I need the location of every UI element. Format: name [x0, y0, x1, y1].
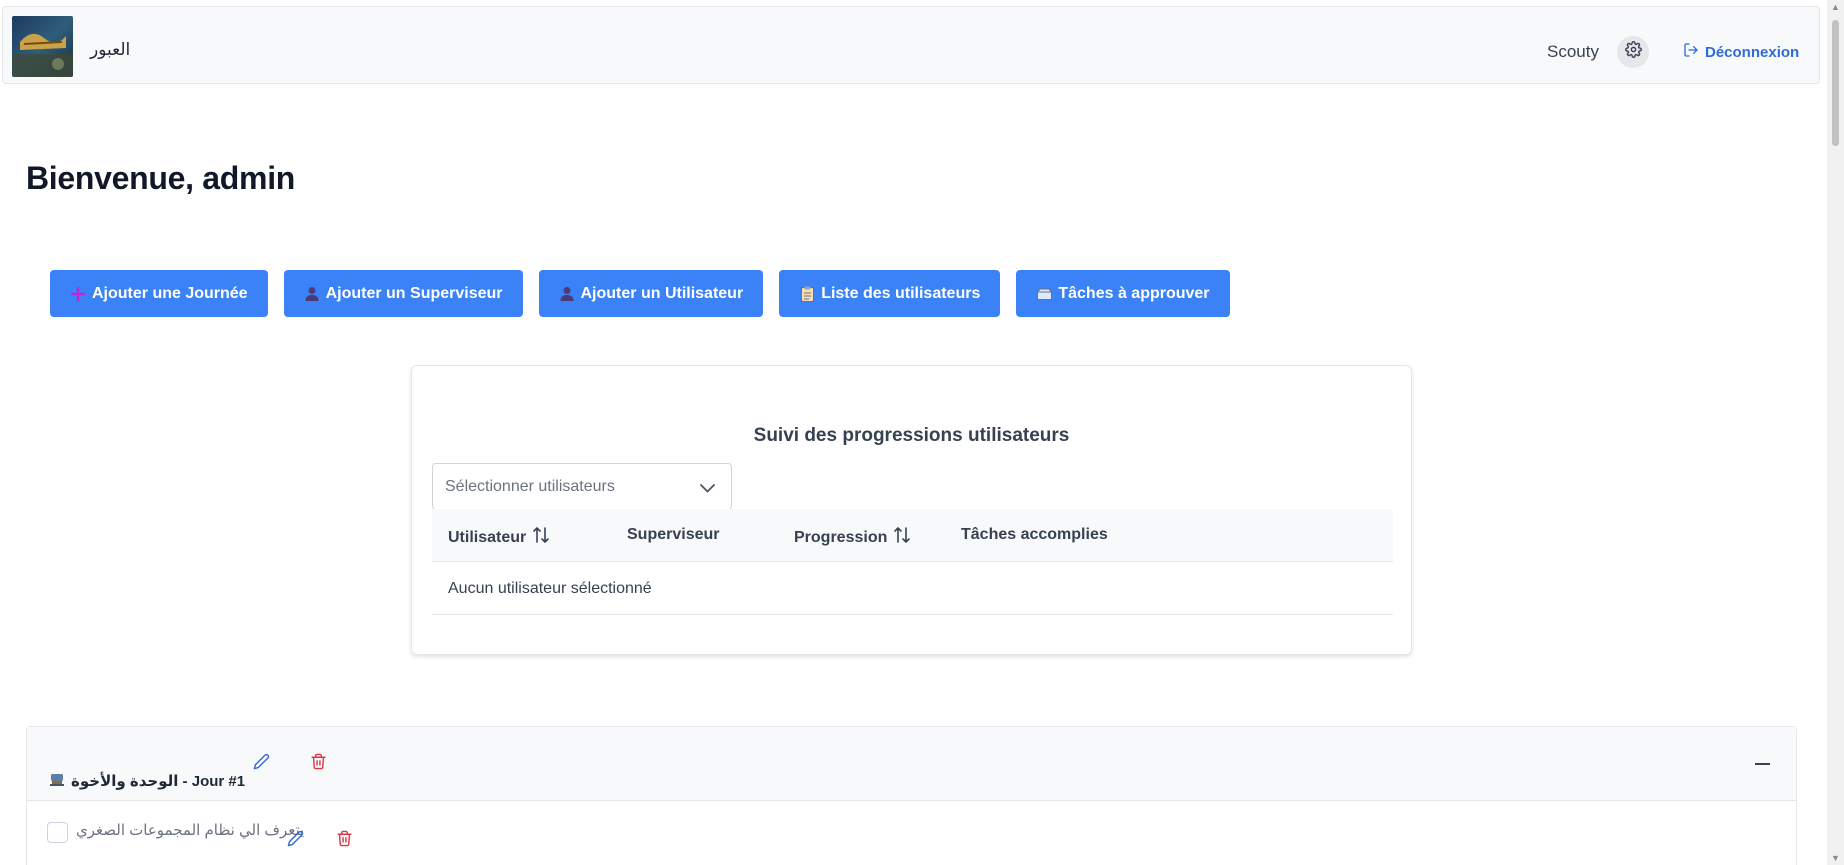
scout-icon [49, 771, 65, 791]
table-row: Aucun utilisateur sélectionné [432, 562, 1393, 615]
user-icon [559, 286, 575, 302]
column-header-progression[interactable]: Progression [794, 526, 911, 549]
task-row: يتعرف الي نظام المجموعات الصغري [27, 801, 1796, 861]
brand-name[interactable]: العبور [90, 40, 130, 60]
tasks-to-approve-button[interactable]: Tâches à approuver [1016, 270, 1230, 317]
inbox-icon [1036, 286, 1052, 302]
logout-link[interactable]: Déconnexion [1683, 42, 1799, 62]
delete-day-button[interactable] [307, 753, 329, 775]
progress-title: Suivi des progressions utilisateurs [753, 425, 1070, 446]
trash-icon [310, 753, 327, 775]
user-select-placeholder: Sélectionner utilisateurs [445, 478, 615, 495]
page-title: Bienvenue, admin [26, 160, 296, 196]
table-header-row: Utilisateur Superviseur Progression Tâch… [432, 509, 1393, 562]
current-user-name: Scouty [1547, 42, 1599, 61]
pencil-icon [253, 753, 270, 775]
empty-table-message: Aucun utilisateur sélectionné [448, 580, 652, 597]
tasks-to-approve-label: Tâches à approuver [1058, 284, 1210, 302]
settings-button[interactable] [1617, 36, 1649, 68]
add-supervisor-label: Ajouter un Superviseur [325, 284, 503, 302]
day-title: الوحدة والأخوة - Jour #1 [49, 771, 245, 791]
collapse-icon[interactable] [1755, 763, 1770, 765]
user-list-label: Liste des utilisateurs [821, 284, 981, 302]
plus-icon [70, 286, 86, 302]
day-title-text: الوحدة والأخوة - Jour #1 [71, 773, 246, 790]
add-day-button[interactable]: Ajouter une Journée [50, 270, 268, 317]
column-header-tasks-done: Tâches accomplies [961, 526, 1108, 544]
chevron-down-icon [700, 480, 715, 498]
add-supervisor-button[interactable]: Ajouter un Superviseur [283, 270, 523, 317]
user-select-dropdown[interactable]: Sélectionner utilisateurs [432, 463, 732, 510]
logout-icon [1683, 42, 1699, 62]
top-navbar: العبور Scouty Déconnexion [2, 6, 1820, 84]
task-label: يتعرف الي نظام المجموعات الصغري [76, 822, 305, 839]
edit-task-button[interactable] [284, 830, 306, 852]
progress-card: Suivi des progressions utilisateurs Séle… [411, 365, 1412, 655]
delete-task-button[interactable] [333, 830, 355, 852]
logout-label: Déconnexion [1705, 43, 1800, 61]
scroll-up-icon[interactable]: ▲ [1831, 2, 1840, 12]
column-label-supervisor: Superviseur [627, 526, 720, 543]
sort-icon[interactable] [893, 526, 911, 549]
gear-icon [1624, 41, 1642, 63]
user-icon [304, 286, 320, 302]
user-list-button[interactable]: Liste des utilisateurs [779, 270, 1001, 317]
sort-icon[interactable] [532, 526, 550, 549]
pencil-icon [287, 830, 304, 852]
task-checkbox[interactable] [47, 822, 68, 843]
action-toolbar: Ajouter une Journée Ajouter un Supervise… [50, 270, 1246, 317]
app-frame: العبور Scouty Déconnexion Bienvenue, adm… [0, 0, 1844, 865]
scroll-down-icon[interactable]: ▼ [1831, 853, 1840, 863]
progress-table: Utilisateur Superviseur Progression Tâch… [432, 509, 1393, 615]
column-label-progression: Progression [794, 528, 888, 546]
day-header[interactable]: الوحدة والأخوة - Jour #1 [27, 727, 1796, 801]
edit-day-button[interactable] [250, 753, 272, 775]
day-panel: الوحدة والأخوة - Jour #1 يتعرف الي نظام … [26, 726, 1797, 865]
add-user-label: Ajouter un Utilisateur [580, 284, 744, 302]
clipboard-icon [799, 286, 815, 302]
column-header-user[interactable]: Utilisateur [448, 526, 550, 549]
add-user-button[interactable]: Ajouter un Utilisateur [538, 270, 764, 317]
column-label-tasks-done: Tâches accomplies [961, 526, 1108, 543]
brand-logo[interactable] [12, 16, 73, 77]
column-label-user: Utilisateur [448, 528, 527, 546]
column-header-supervisor: Superviseur [627, 526, 719, 544]
add-day-label: Ajouter une Journée [92, 284, 248, 302]
scroll-thumb[interactable] [1832, 20, 1839, 146]
trash-icon [336, 830, 353, 852]
page-scrollbar[interactable]: ▲ ▼ [1827, 0, 1844, 865]
